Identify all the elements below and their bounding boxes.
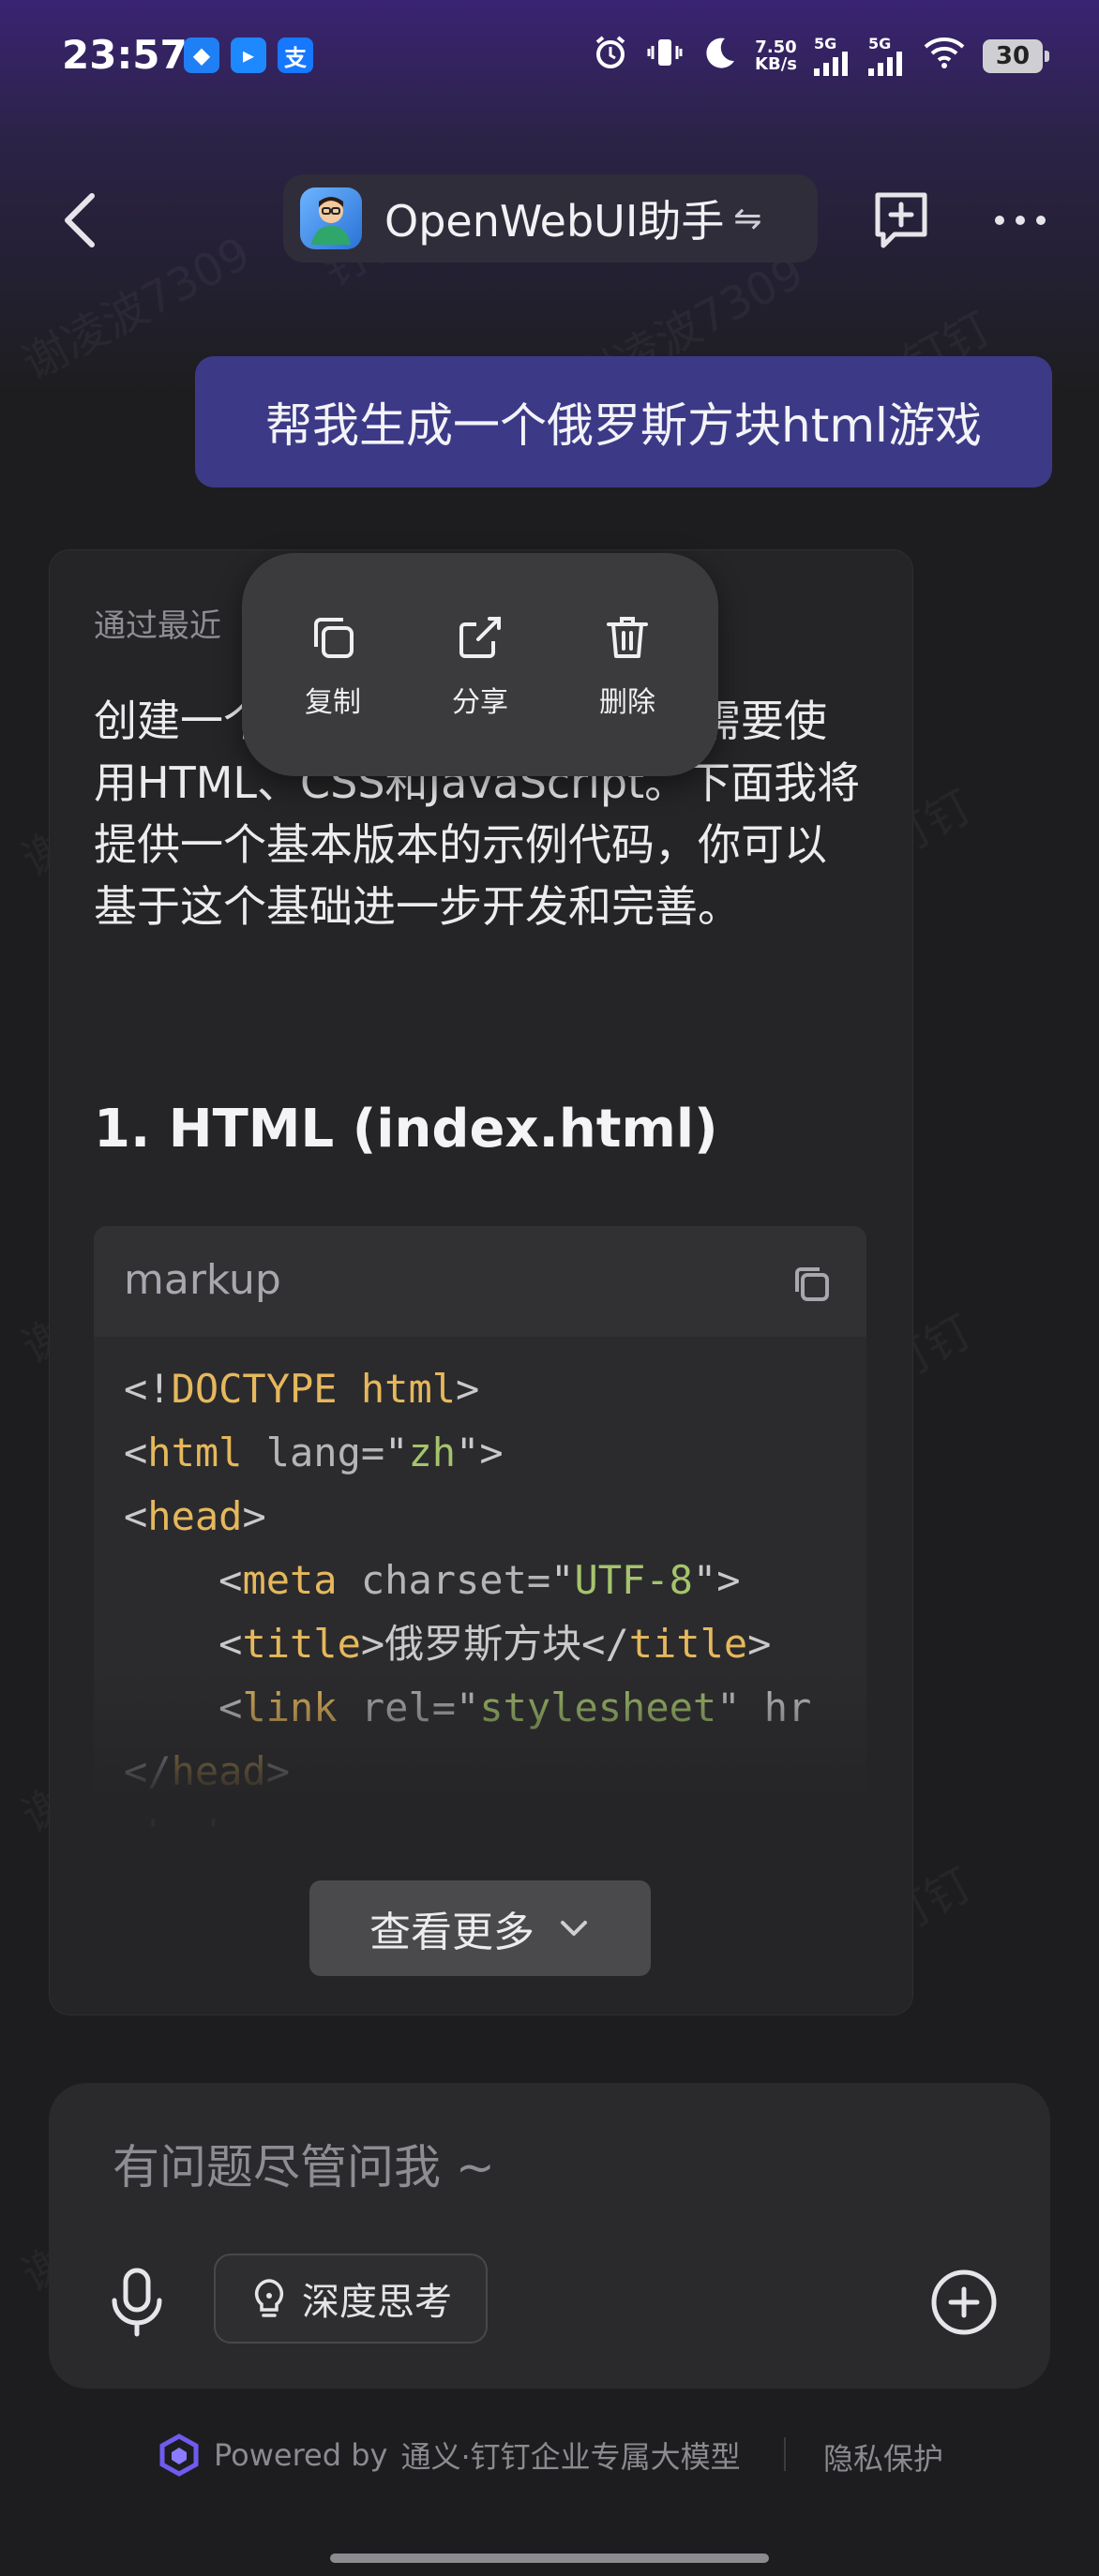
code-line: <head> <box>124 1493 266 1539</box>
menu-share[interactable]: 分享 <box>424 609 536 720</box>
network-speed: 7.50 KB/s <box>755 37 797 74</box>
new-chat-button[interactable] <box>868 187 934 253</box>
deep-think-label: 深度思考 <box>302 2281 452 2324</box>
powered-prefix: Powered by <box>214 2437 388 2473</box>
status-bar: 23:57 ◆ ▸ 支 7.50 KB/s 5G 5G 30 <box>0 0 1099 112</box>
signal-icon-2: 5G <box>868 37 906 76</box>
deep-think-toggle[interactable]: 深度思考 <box>214 2254 488 2344</box>
chevron-down-icon <box>561 1921 587 1936</box>
answer-section-heading: 1. HTML (index.html) <box>94 1099 718 1160</box>
powered-model-name: 通义·钉钉企业专属大模型 <box>400 2439 741 2475</box>
chat-input-placeholder[interactable]: 有问题尽管问我 ~ <box>113 2130 495 2197</box>
assistant-avatar <box>300 187 362 249</box>
copy-icon <box>795 1267 829 1301</box>
code-block: markup <!DOCTYPE html> <html lang="zh"> <h… <box>94 1226 866 1826</box>
answer-source-meta: 通过最近 <box>94 607 221 645</box>
home-indicator[interactable] <box>330 2554 769 2563</box>
show-more-button[interactable]: 查看更多 <box>309 1880 651 1976</box>
code-copy-button[interactable] <box>790 1262 835 1307</box>
back-button[interactable] <box>56 183 103 258</box>
tongyi-logo-icon <box>159 2434 199 2477</box>
copy-icon <box>314 618 354 658</box>
code-line: <html lang="zh"> <box>124 1430 504 1475</box>
plus-circle-icon <box>931 2269 997 2335</box>
status-time: 23:57 <box>62 32 188 78</box>
menu-copy-label: 复制 <box>305 686 361 719</box>
vibrate-icon <box>646 34 684 79</box>
trash-icon <box>607 617 648 658</box>
battery-indicator: 30 <box>983 39 1049 73</box>
powered-by: Powered by 通义·钉钉企业专属大模型 <box>158 2434 741 2477</box>
show-more-label: 查看更多 <box>369 1909 534 1956</box>
alarm-icon <box>592 34 629 79</box>
wifi-icon <box>923 36 966 77</box>
code-language-label: markup <box>124 1256 281 1304</box>
message-context-menu: 复制 分享 删除 <box>242 553 718 776</box>
more-options-button[interactable] <box>992 197 1048 244</box>
new-chat-icon <box>875 192 927 248</box>
chat-input-card[interactable] <box>49 2083 1050 2389</box>
lightbulb-icon <box>254 2279 284 2317</box>
add-attachment-button[interactable] <box>928 2267 1000 2338</box>
menu-copy[interactable]: 复制 <box>277 609 389 720</box>
signal-icon-1: 5G <box>814 37 851 76</box>
menu-delete-label: 删除 <box>599 686 655 719</box>
system-icons: 7.50 KB/s 5G 5G 30 <box>592 34 1049 79</box>
swap-icon: ⇋ <box>733 199 762 238</box>
user-message-bubble[interactable]: 帮我生成一个俄罗斯方块html游戏 <box>195 356 1052 487</box>
alipay-app-icon: 支 <box>278 37 313 73</box>
assistant-name: OpenWebUI助手 <box>384 196 725 247</box>
voice-input-button[interactable] <box>105 2265 169 2340</box>
code-block-header: markup <box>94 1226 866 1337</box>
share-icon <box>459 617 501 658</box>
code-line: <meta charset="UTF-8"> <box>124 1557 741 1603</box>
chevron-left-icon <box>65 193 95 247</box>
menu-share-label: 分享 <box>452 686 508 719</box>
privacy-link[interactable]: 隐私保护 <box>823 2435 943 2479</box>
code-line: <!DOCTYPE html> <box>124 1366 480 1412</box>
dingtalk-app-icon: ◆ <box>184 37 219 73</box>
assistant-selector[interactable]: OpenWebUI助手 ⇋ <box>283 174 818 262</box>
microphone-icon <box>112 2268 162 2337</box>
moon-icon <box>700 34 738 79</box>
more-dots-icon <box>995 216 1046 225</box>
footer-divider <box>784 2437 786 2471</box>
code-fade-overlay <box>94 1667 866 1826</box>
menu-delete[interactable]: 删除 <box>571 609 684 720</box>
navigation-app-icon: ▸ <box>231 37 266 73</box>
